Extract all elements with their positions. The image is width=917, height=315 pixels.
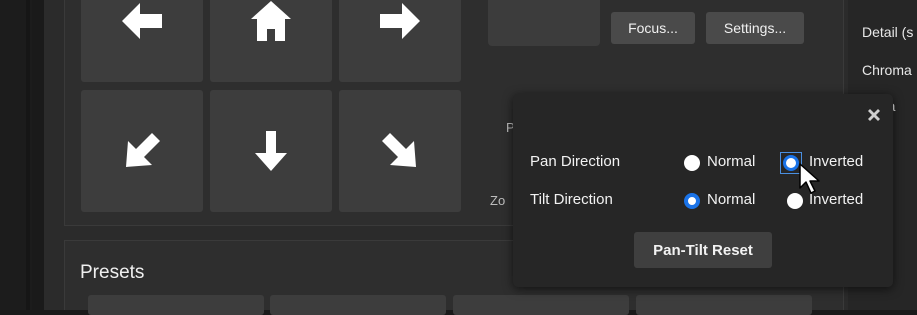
- preset-slot[interactable]: [270, 295, 446, 315]
- detail-label: Detail (s: [862, 24, 914, 40]
- down-right-button[interactable]: [339, 90, 461, 212]
- pan-normal-radio[interactable]: [684, 155, 700, 171]
- close-x-icon[interactable]: [865, 106, 883, 124]
- presets-title: Presets: [80, 262, 145, 283]
- preset-slot[interactable]: [453, 295, 629, 315]
- down-left-button[interactable]: [81, 90, 203, 212]
- focus-button[interactable]: Focus...: [611, 12, 695, 44]
- pan-direction-label: Pan Direction: [530, 153, 621, 170]
- down-button[interactable]: [210, 90, 332, 212]
- tilt-normal-radio[interactable]: [684, 193, 700, 209]
- home-button[interactable]: [210, 0, 332, 82]
- home-icon: [251, 1, 291, 41]
- pan-left-button[interactable]: [81, 0, 203, 82]
- tilt-direction-label: Tilt Direction: [530, 191, 613, 208]
- arrow-down-icon: [255, 131, 287, 171]
- pan-tilt-reset-button[interactable]: Pan-Tilt Reset: [634, 232, 772, 268]
- arrow-left-icon: [122, 3, 162, 39]
- pan-right-button[interactable]: [339, 0, 461, 82]
- blank-control-button[interactable]: [488, 0, 600, 46]
- pan-inverted-radio[interactable]: [783, 155, 799, 171]
- preset-slot[interactable]: [636, 295, 812, 315]
- arrow-down-right-icon: [382, 133, 416, 167]
- arrow-right-icon: [380, 3, 420, 39]
- chroma-label: Chroma: [862, 62, 912, 78]
- tilt-normal-label[interactable]: Normal: [707, 191, 755, 208]
- partial-label-zoom: Zo: [490, 193, 506, 208]
- settings-button[interactable]: Settings...: [706, 12, 804, 44]
- mouse-cursor-icon: [798, 162, 824, 196]
- arrow-down-left-icon: [126, 133, 160, 167]
- pan-normal-label[interactable]: Normal: [707, 153, 755, 170]
- preset-slot[interactable]: [88, 295, 264, 315]
- frame-divider: [26, 0, 30, 310]
